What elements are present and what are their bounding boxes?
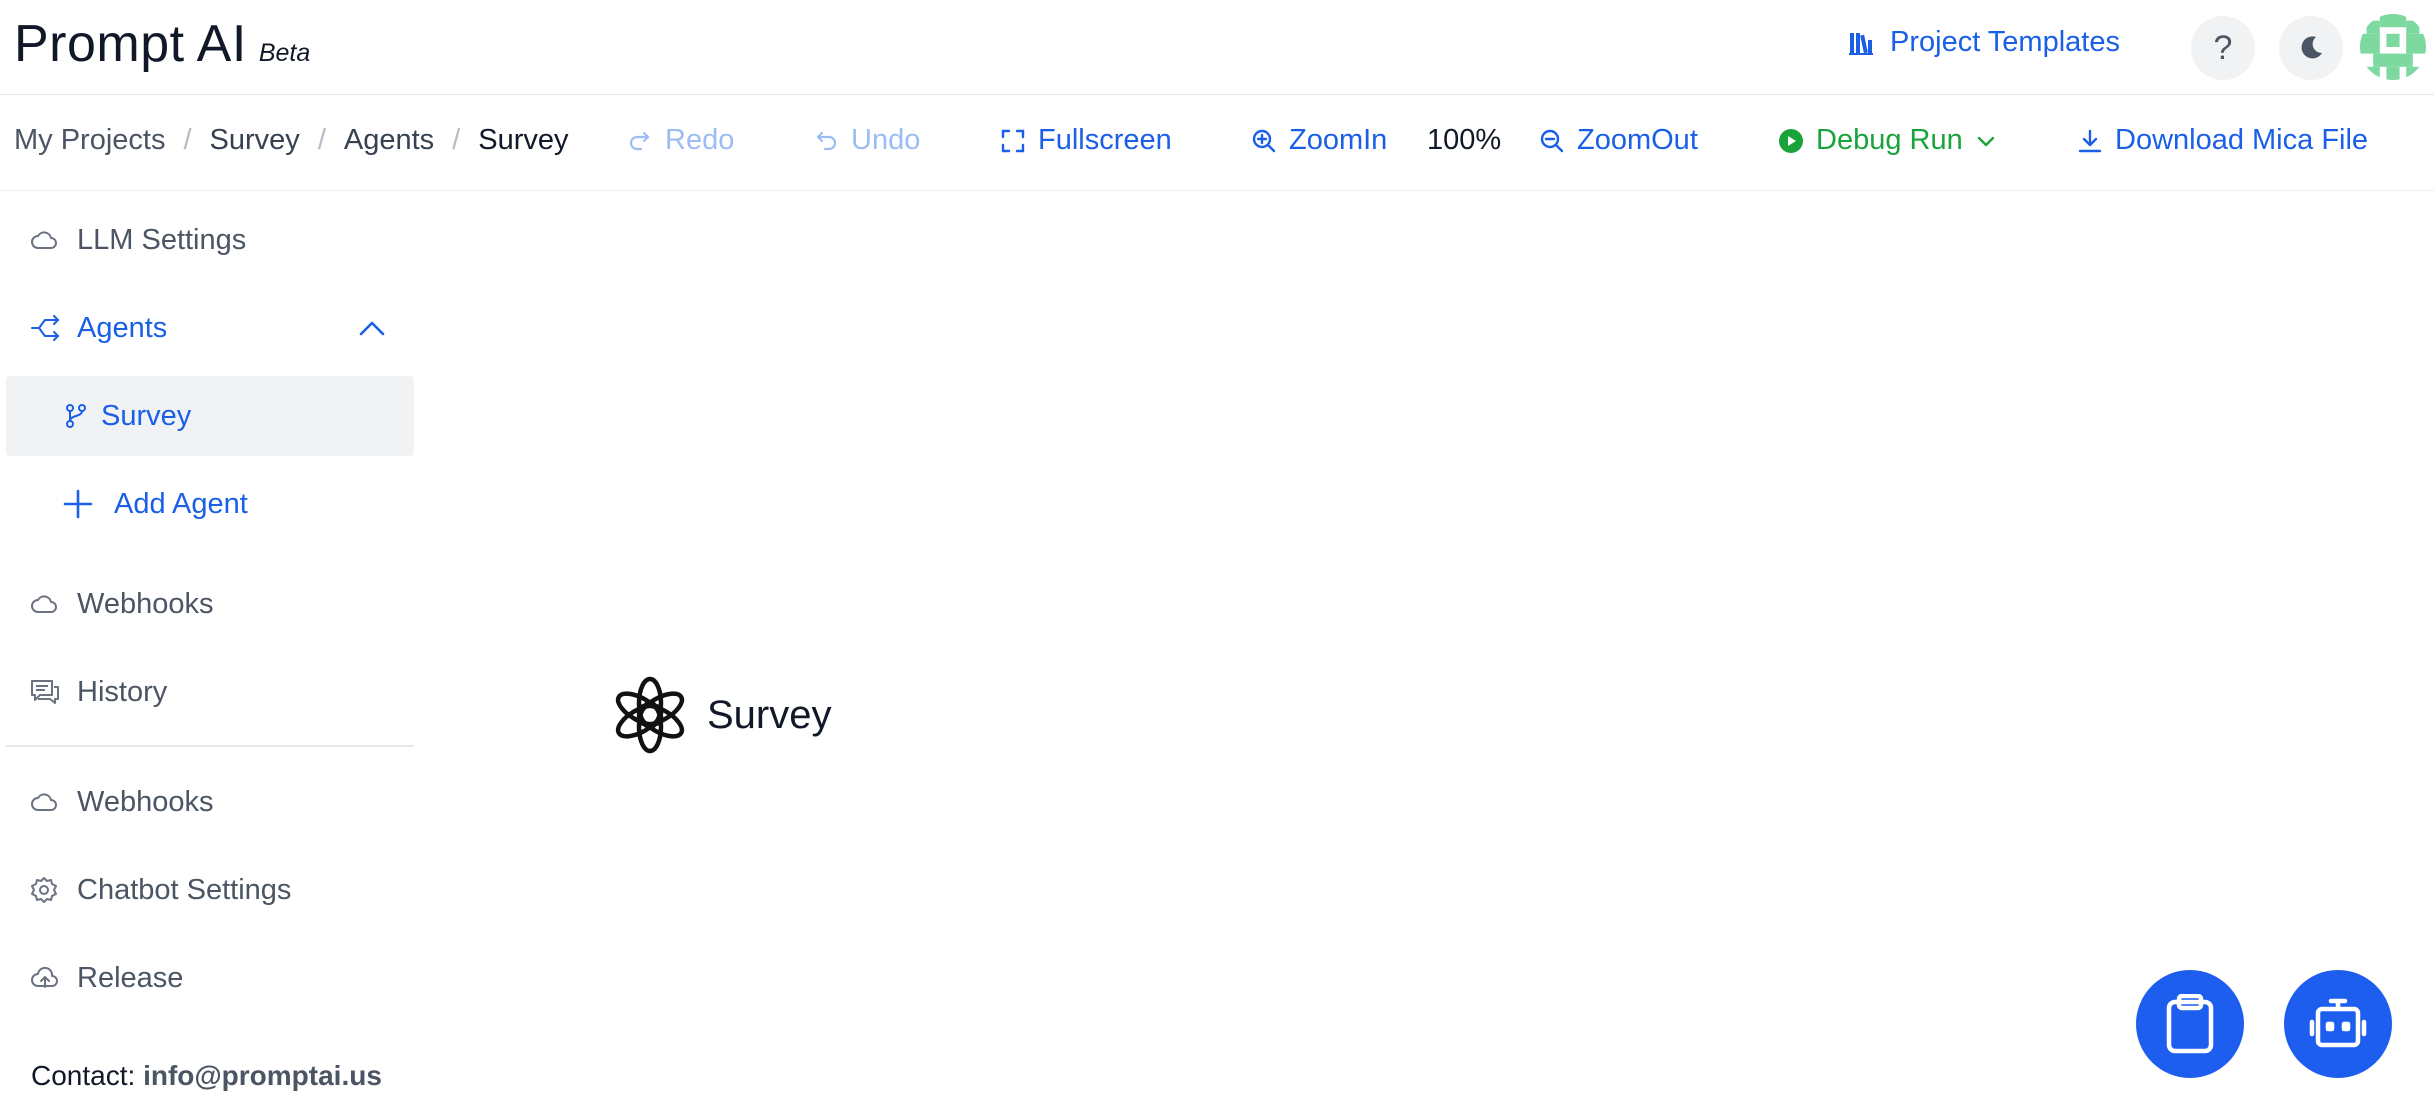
breadcrumb-separator: / <box>452 124 461 156</box>
clipboard-icon <box>2164 994 2216 1054</box>
breadcrumb-current-agent: Survey <box>478 124 569 156</box>
app-title: Prompt AI <box>14 15 247 73</box>
help-button[interactable]: ? <box>2191 16 2255 80</box>
breadcrumb: My Projects / Survey / Agents / Survey <box>14 124 569 157</box>
branches-icon <box>30 315 60 341</box>
download-mica-file-button[interactable]: Download Mica File <box>2077 124 2368 157</box>
cloud-upload-icon <box>30 966 60 990</box>
zoom-out-label: ZoomOut <box>1577 124 1698 156</box>
zoom-level: 100% <box>1427 124 1502 156</box>
robot-icon <box>2309 998 2367 1050</box>
cloud-icon <box>30 593 58 615</box>
play-circle-icon <box>1778 128 1816 154</box>
download-icon <box>2077 128 2115 154</box>
zoom-out-icon <box>1539 128 1577 154</box>
cloud-icon <box>30 791 58 813</box>
undo-button[interactable]: Undo <box>813 124 920 157</box>
add-agent-label: Add Agent <box>114 487 248 520</box>
openai-logo-icon <box>607 672 693 758</box>
cloud-icon <box>30 229 58 251</box>
download-label: Download Mica File <box>2115 124 2369 156</box>
sidebar-item-label: Webhooks <box>77 785 214 818</box>
app-header: Prompt AI Beta Project Templates ? <box>0 0 2434 95</box>
breadcrumb-agents[interactable]: Agents <box>344 124 434 157</box>
sidebar-item-agents[interactable]: Agents <box>6 288 414 368</box>
undo-icon <box>813 128 851 154</box>
breadcrumb-my-projects[interactable]: My Projects <box>14 124 165 157</box>
git-branch-icon <box>64 403 88 429</box>
library-icon <box>1848 30 1890 56</box>
plus-icon <box>62 488 94 520</box>
editor-toolbar: My Projects / Survey / Agents / Survey R… <box>0 96 2434 191</box>
dark-mode-toggle[interactable] <box>2279 16 2343 80</box>
sidebar-item-webhooks-2[interactable]: Webhooks <box>6 762 414 842</box>
clipboard-fab-button[interactable] <box>2136 970 2244 1078</box>
sidebar: LLM Settings Agents Survey Add Agent Web… <box>6 192 414 1118</box>
redo-label: Redo <box>665 124 735 156</box>
debug-run-label: Debug Run <box>1816 124 1963 156</box>
fullscreen-icon <box>1000 128 1038 154</box>
chatbot-fab-button[interactable] <box>2284 970 2392 1078</box>
sidebar-item-chatbot-settings[interactable]: Chatbot Settings <box>6 850 414 930</box>
project-templates-label: Project Templates <box>1890 26 2120 58</box>
gear-icon <box>30 876 58 904</box>
add-agent-button[interactable]: Add Agent <box>6 464 414 544</box>
agent-node-label: Survey <box>707 692 832 737</box>
sidebar-item-label: Webhooks <box>77 587 214 620</box>
project-templates-link[interactable]: Project Templates <box>1848 26 2120 59</box>
sidebar-item-webhooks[interactable]: Webhooks <box>6 564 414 644</box>
sidebar-item-agent-survey[interactable]: Survey <box>6 376 414 456</box>
help-icon: ? <box>2213 28 2233 67</box>
agent-flow-node[interactable]: Survey <box>607 672 832 758</box>
breadcrumb-separator: / <box>183 124 192 156</box>
user-avatar[interactable] <box>2360 14 2426 80</box>
redo-button[interactable]: Redo <box>627 124 734 157</box>
redo-icon <box>627 128 665 154</box>
zoom-in-button[interactable]: ZoomIn <box>1251 124 1387 157</box>
sidebar-divider <box>6 745 414 747</box>
undo-label: Undo <box>851 124 921 156</box>
sidebar-item-label: Chatbot Settings <box>77 873 292 906</box>
chevron-up-icon[interactable] <box>358 318 386 338</box>
contact-info: Contact: info@promptai.us <box>31 1060 382 1092</box>
zoom-out-button[interactable]: ZoomOut <box>1539 124 1698 157</box>
contact-email-link[interactable]: info@promptai.us <box>143 1060 382 1091</box>
breadcrumb-project[interactable]: Survey <box>210 124 300 157</box>
sidebar-item-release[interactable]: Release <box>6 938 414 1018</box>
chevron-down-icon <box>1975 130 2009 152</box>
sidebar-item-history[interactable]: History <box>6 652 414 732</box>
fullscreen-button[interactable]: Fullscreen <box>1000 124 1172 157</box>
breadcrumb-separator: / <box>317 124 326 156</box>
zoom-in-label: ZoomIn <box>1289 124 1388 156</box>
zoom-in-icon <box>1251 128 1289 154</box>
sidebar-item-label: LLM Settings <box>77 223 247 256</box>
moon-icon <box>2297 34 2325 62</box>
sidebar-item-label: Agents <box>77 311 168 344</box>
contact-label: Contact: <box>31 1060 136 1091</box>
sidebar-item-llm-settings[interactable]: LLM Settings <box>6 200 414 280</box>
sidebar-item-label: Release <box>77 961 184 994</box>
beta-badge: Beta <box>258 39 311 67</box>
sidebar-item-label: Survey <box>101 399 192 432</box>
chat-history-icon <box>30 679 60 705</box>
app-logo[interactable]: Prompt AI Beta <box>14 14 310 74</box>
fullscreen-label: Fullscreen <box>1038 124 1172 156</box>
debug-run-dropdown[interactable]: Debug Run <box>1778 124 2009 157</box>
sidebar-item-label: History <box>77 675 168 708</box>
